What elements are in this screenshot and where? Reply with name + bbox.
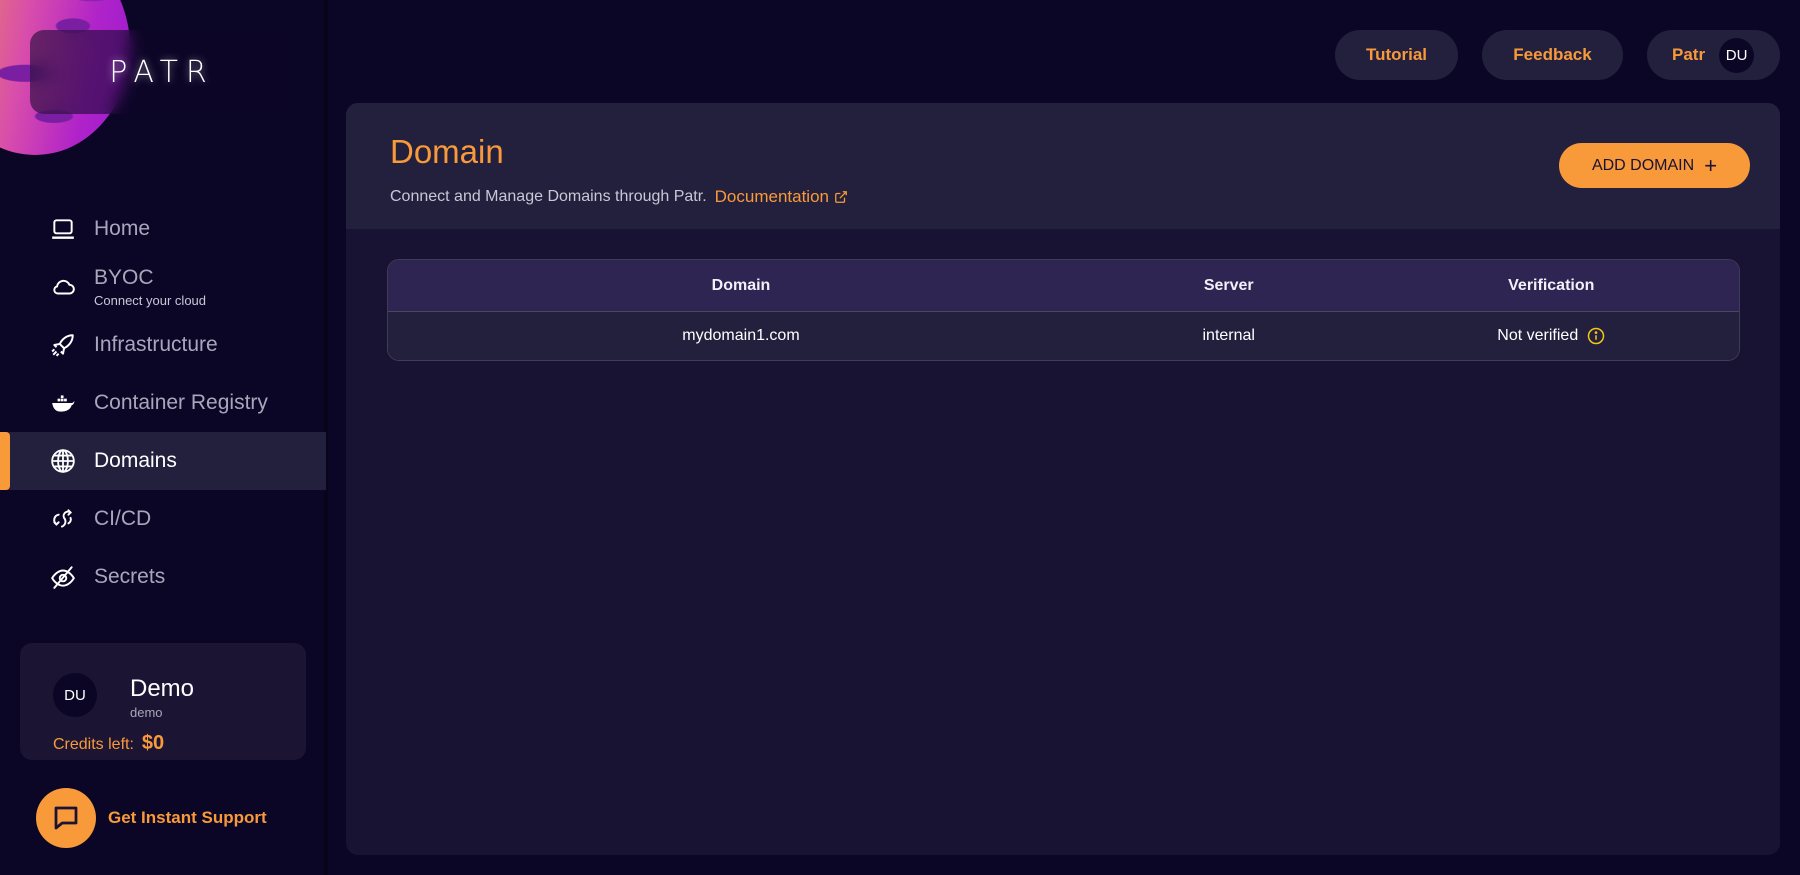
sidebar-item-label: Secrets (94, 565, 166, 588)
cloud-icon (50, 274, 76, 300)
avatar: DU (53, 673, 97, 717)
logo-text: PATR (109, 54, 215, 90)
main-panel: Domain Connect and Manage Domains throug… (346, 103, 1780, 855)
chat-icon[interactable] (36, 788, 96, 848)
avatar: DU (1719, 37, 1755, 73)
page-header: Domain Connect and Manage Domains throug… (346, 103, 1780, 229)
tutorial-button[interactable]: Tutorial (1335, 30, 1458, 80)
cell-domain: mydomain1.com (682, 327, 800, 344)
support-button[interactable]: Get Instant Support (36, 788, 267, 848)
sidebar-nav: Home BYOC Connect your cloud Infrastruct… (0, 200, 326, 606)
credits-value: $0 (141, 732, 165, 754)
credits: Credits left: $0 (53, 732, 164, 755)
sync-icon (50, 506, 76, 532)
cell-server: internal (1202, 327, 1255, 344)
sidebar-item-secrets[interactable]: Secrets (0, 548, 326, 606)
sidebar-item-domains[interactable]: Domains (0, 432, 326, 490)
table-row[interactable]: mydomain1.com internal Not verified (388, 312, 1739, 360)
column-header-server[interactable]: Server (1094, 277, 1364, 295)
support-label: Get Instant Support (108, 808, 267, 827)
credits-label: Credits left: (53, 736, 134, 753)
sidebar-item-label: CI/CD (94, 507, 152, 530)
page-title: Domain (390, 133, 504, 170)
sidebar-item-label: Infrastructure (94, 333, 218, 356)
user-handle: demo (130, 705, 163, 720)
documentation-link[interactable]: Documentation (715, 187, 848, 207)
sidebar-item-byoc[interactable]: BYOC Connect your cloud (0, 258, 326, 316)
user-name: Demo (130, 675, 195, 702)
verification-status: Not verified (1497, 327, 1579, 344)
feedback-button[interactable]: Feedback (1482, 30, 1623, 80)
add-domain-label: ADD DOMAIN (1591, 156, 1695, 174)
plus-icon: + (1704, 152, 1718, 178)
logo[interactable]: PATR (30, 30, 284, 114)
column-header-verification[interactable]: Verification (1364, 277, 1739, 295)
sidebar: PATR Home BYOC Connect your cloud Infras… (0, 0, 328, 875)
sidebar-item-infrastructure[interactable]: Infrastructure (0, 316, 326, 374)
account-name: Patr (1672, 45, 1706, 64)
info-icon[interactable] (1587, 327, 1605, 345)
sidebar-item-container-registry[interactable]: Container Registry (0, 374, 326, 432)
external-link-icon (835, 191, 847, 203)
sidebar-item-label: BYOC (94, 266, 154, 289)
account-menu-button[interactable]: Patr DU (1647, 30, 1780, 80)
domains-table: Domain Server Verification mydomain1.com… (387, 259, 1740, 361)
topbar: Tutorial Feedback Patr DU (1335, 30, 1780, 80)
eye-off-icon (50, 564, 76, 590)
sidebar-item-home[interactable]: Home (0, 200, 326, 258)
laptop-icon (50, 216, 76, 242)
table-header: Domain Server Verification (388, 260, 1739, 312)
docker-icon (50, 390, 76, 416)
sidebar-item-sublabel: Connect your cloud (94, 293, 207, 308)
page-description-text: Connect and Manage Domains through Patr. (390, 188, 707, 205)
add-domain-button[interactable]: ADD DOMAIN + (1559, 143, 1750, 188)
rocket-icon (50, 332, 76, 358)
sidebar-item-cicd[interactable]: CI/CD (0, 490, 326, 548)
sidebar-item-label: Home (94, 217, 151, 240)
sidebar-item-label: Domains (94, 449, 177, 472)
user-card[interactable]: DU Demo demo Credits left: $0 (20, 643, 306, 760)
cell-verification: Not verified (1364, 327, 1739, 345)
page-description: Connect and Manage Domains through Patr.… (390, 187, 848, 207)
sidebar-item-label: Container Registry (94, 391, 268, 414)
column-header-domain[interactable]: Domain (388, 277, 1094, 295)
documentation-link-label: Documentation (714, 187, 829, 206)
globe-icon (50, 448, 76, 474)
